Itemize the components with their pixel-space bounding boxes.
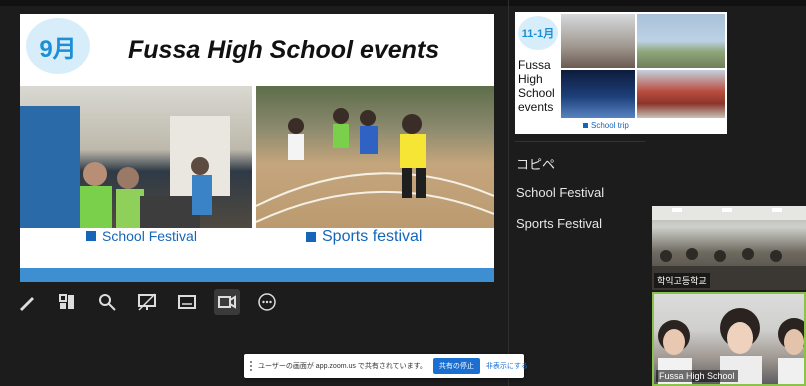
thumbnail-caption-text: School trip: [591, 121, 629, 130]
thumbnail-caption: School trip: [583, 121, 629, 130]
thumbnail-photo: [561, 14, 635, 68]
participant-name: Fussa High School: [656, 370, 738, 382]
pen-icon[interactable]: [14, 289, 40, 315]
panel-divider: [508, 0, 509, 386]
sidebar-item-sports-festival[interactable]: Sports Festival: [516, 216, 602, 231]
sports-festival-photo: [256, 86, 494, 228]
bullet-square-icon: [583, 123, 588, 128]
sidebar-item-copy[interactable]: コピペ: [516, 154, 555, 173]
slide-thumbnail[interactable]: 11-1月 Fussa High School events School tr…: [515, 12, 727, 134]
slide-title: Fussa High School events: [128, 36, 440, 64]
hide-notice-link[interactable]: 非表示にする: [486, 361, 528, 371]
more-icon[interactable]: [254, 289, 280, 315]
caption-sports-festival: Sports festival: [306, 228, 422, 246]
stop-sharing-button[interactable]: 共有の停止: [432, 358, 480, 374]
slide-footer-bar: [20, 268, 494, 282]
bullet-square-icon: [86, 231, 96, 241]
participant-name: 학익고등학교: [654, 273, 710, 288]
month-badge: 9月: [26, 18, 90, 74]
bullet-square-icon: [306, 232, 316, 242]
thumbnail-month-badge: 11-1月: [518, 16, 558, 50]
thumbnail-photo: [561, 70, 635, 118]
presentation-slide: 9月 Fussa High School events School Festi…: [20, 14, 494, 282]
participant-video[interactable]: 학익고등학교: [652, 206, 806, 290]
caption-school-festival: School Festival: [86, 228, 197, 244]
search-icon[interactable]: [94, 289, 120, 315]
sidebar-item-school-festival[interactable]: School Festival: [516, 185, 604, 200]
participant-video-active[interactable]: Fussa High School: [652, 292, 806, 386]
caption-text: Sports festival: [322, 228, 423, 245]
camera-icon[interactable]: [214, 289, 240, 315]
thumbnail-title: Fussa High School events: [518, 58, 555, 114]
caption-text: School Festival: [102, 228, 197, 244]
layout-icon[interactable]: [54, 289, 80, 315]
annotation-toolbar: [14, 288, 280, 316]
thumbnail-photo: [637, 70, 725, 118]
sidebar-divider: [515, 141, 645, 142]
top-bar: [0, 0, 806, 6]
screen-off-icon[interactable]: [134, 289, 160, 315]
school-festival-photo: [20, 86, 252, 228]
screen-share-notice: ユーザーの画面が app.zoom.us で共有されています。 共有の停止 非表…: [244, 354, 528, 378]
drag-handle-icon[interactable]: [250, 361, 252, 371]
share-message: ユーザーの画面が app.zoom.us で共有されています。: [258, 363, 427, 370]
subtitles-icon[interactable]: [174, 289, 200, 315]
thumbnail-photo: [637, 14, 725, 68]
